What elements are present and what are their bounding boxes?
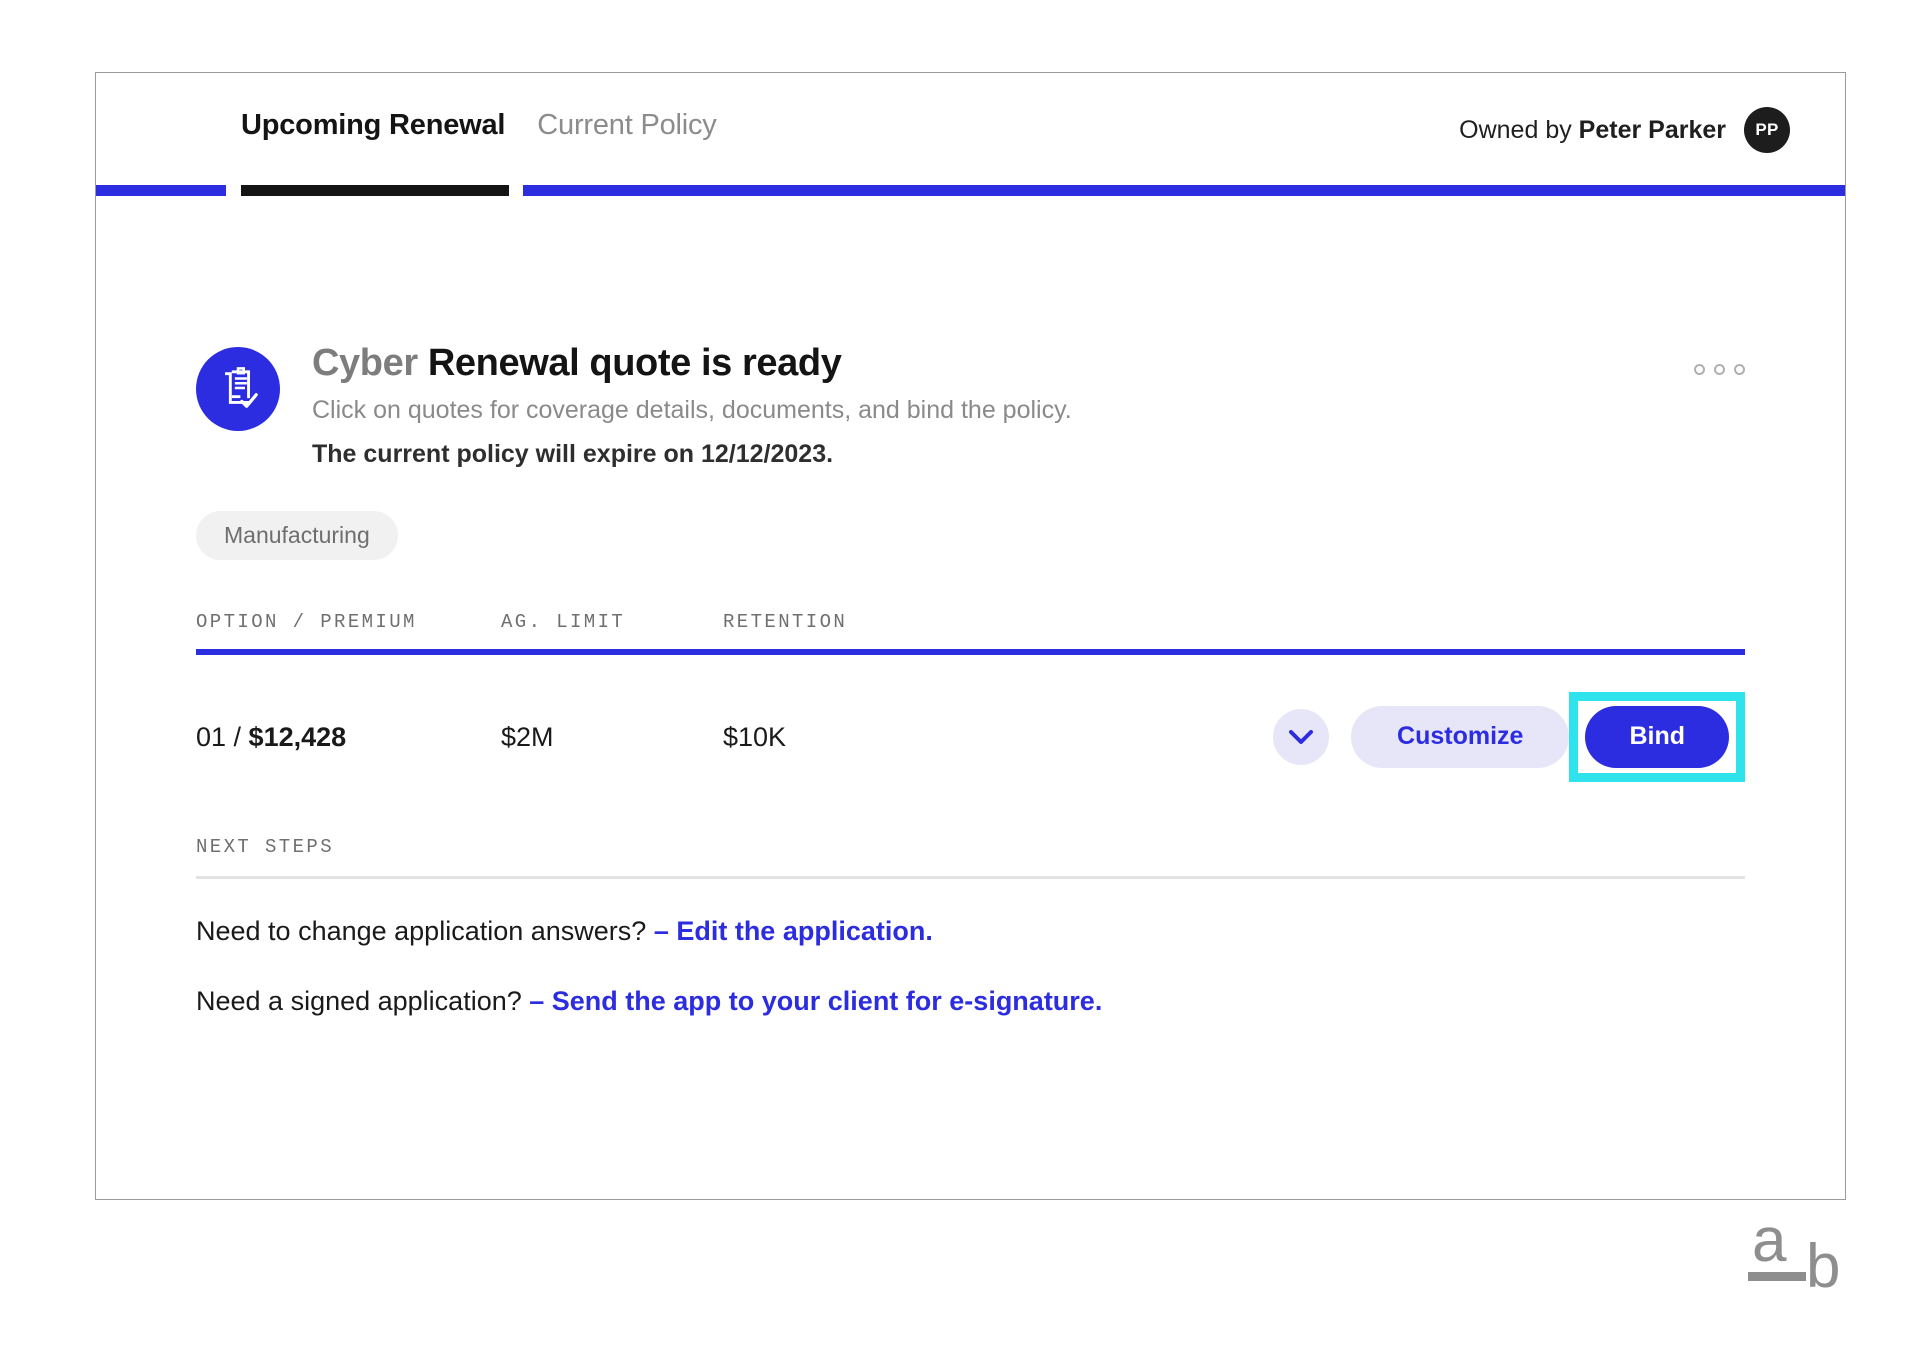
premium-amount: $12,428	[248, 721, 347, 752]
edit-application-link[interactable]: – Edit the application.	[654, 916, 933, 946]
owner-name: Peter Parker	[1578, 115, 1726, 144]
chevron-down-icon[interactable]	[1273, 709, 1330, 765]
quote-subtitle: Click on quotes for coverage details, do…	[312, 395, 1072, 424]
quote-expiry-text: The current policy will expire on 12/12/…	[312, 440, 834, 469]
cell-ag-limit: $2M	[501, 721, 554, 752]
more-options-icon[interactable]	[1694, 364, 1745, 375]
tab-current-policy[interactable]: Current Policy	[537, 111, 717, 140]
quote-header: Cyber Renewal quote is ready Click on qu…	[196, 341, 1785, 471]
page-title-prefix: Cyber	[312, 342, 428, 384]
renewal-card: Upcoming Renewal Current Policy Owned by…	[95, 72, 1846, 1200]
row-actions: Customize Bind	[1273, 692, 1745, 782]
owner-block: Owned by Peter Parker PP	[1459, 107, 1790, 153]
table-row: 01 / $12,428 $2M $10K Customize Bind	[196, 655, 1745, 782]
industry-tag: Manufacturing	[196, 511, 398, 560]
column-header-option-premium: OPTION / PREMIUM	[196, 611, 417, 633]
bind-button[interactable]: Bind	[1585, 706, 1729, 768]
next-step-question: Need a signed application?	[196, 985, 530, 1016]
brand-glyph-a: a	[1752, 1206, 1787, 1275]
next-step-item: Need a signed application? – Send the ap…	[196, 985, 1745, 1019]
next-steps-label: NEXT STEPS	[196, 836, 335, 858]
tab-upcoming-renewal[interactable]: Upcoming Renewal	[241, 111, 505, 140]
card-header: Upcoming Renewal Current Policy Owned by…	[96, 73, 1845, 196]
owner-label: Owned by Peter Parker	[1459, 116, 1726, 145]
brand-divider	[1748, 1272, 1806, 1281]
bind-button-wrapper: Bind	[1569, 692, 1745, 782]
customize-button[interactable]: Customize	[1351, 706, 1570, 768]
dot-2	[1714, 364, 1725, 375]
dot-1	[1694, 364, 1705, 375]
send-for-esignature-link[interactable]: – Send the app to your client for e-sign…	[529, 986, 1102, 1016]
brand-logo: a b	[1748, 1210, 1868, 1310]
clipboard-check-icon	[196, 347, 280, 431]
next-steps-section: NEXT STEPS Need to change application an…	[196, 836, 1745, 1019]
tab-list: Upcoming Renewal Current Policy	[241, 111, 717, 140]
dot-3	[1734, 364, 1745, 375]
column-header-ag-limit: AG. LIMIT	[501, 611, 626, 633]
option-number: 01 /	[196, 721, 249, 752]
cell-option-premium: 01 / $12,428	[196, 722, 501, 753]
owner-prefix: Owned by	[1459, 115, 1579, 144]
next-step-item: Need to change application answers? – Ed…	[196, 915, 1745, 949]
brand-glyph-b: b	[1806, 1232, 1841, 1301]
column-header-retention: RETENTION	[723, 611, 848, 633]
next-step-question: Need to change application answers?	[196, 916, 654, 946]
card-body: Cyber Renewal quote is ready Click on qu…	[96, 186, 1845, 1199]
page-title: Cyber Renewal quote is ready	[312, 341, 1785, 386]
quote-options-table: OPTION / PREMIUM AG. LIMIT RETENTION 01 …	[196, 611, 1745, 782]
page-title-main: Renewal quote is ready	[427, 342, 842, 384]
table-header-row: OPTION / PREMIUM AG. LIMIT RETENTION	[196, 611, 1745, 649]
avatar[interactable]: PP	[1744, 107, 1790, 153]
next-steps-rule	[196, 876, 1745, 879]
cell-retention: $10K	[723, 721, 787, 752]
